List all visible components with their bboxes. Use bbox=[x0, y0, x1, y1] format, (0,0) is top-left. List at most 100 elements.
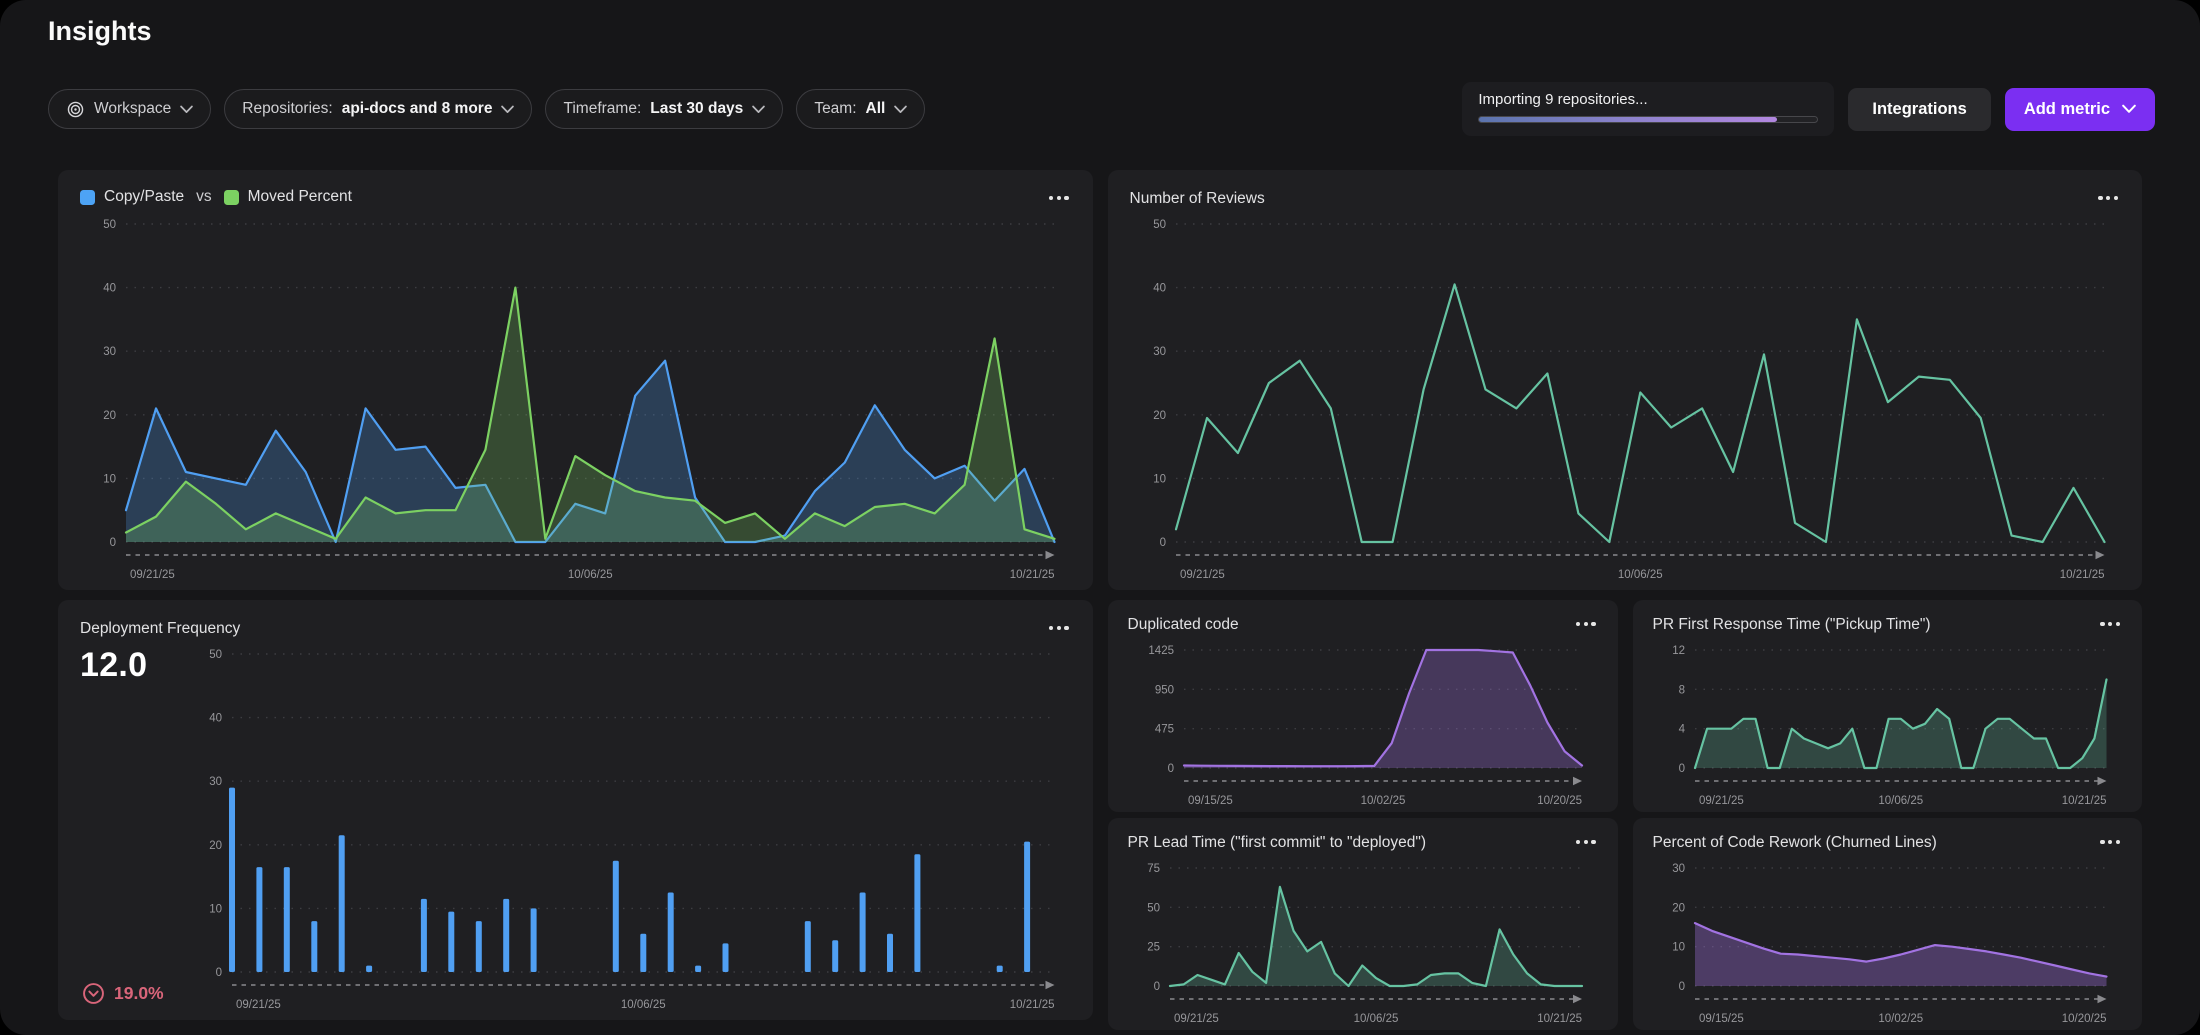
svg-text:30: 30 bbox=[1153, 346, 1166, 358]
dashboard-grid: Copy/Paste vs Moved Percent 010203040500… bbox=[58, 170, 2142, 1030]
deployment-trend-badge: 19.0% bbox=[82, 982, 164, 1005]
svg-text:50: 50 bbox=[1147, 902, 1160, 914]
svg-text:30: 30 bbox=[103, 346, 116, 358]
deployment-big-number: 12.0 bbox=[80, 642, 186, 1012]
svg-text:10/06/25: 10/06/25 bbox=[1353, 1013, 1398, 1025]
card-menu-button[interactable] bbox=[2098, 832, 2122, 852]
page-title: Insights bbox=[48, 16, 152, 47]
svg-text:10/21/25: 10/21/25 bbox=[1010, 569, 1055, 581]
card-menu-button[interactable] bbox=[1574, 832, 1598, 852]
svg-text:09/21/25: 09/21/25 bbox=[130, 569, 175, 581]
svg-text:0: 0 bbox=[110, 537, 116, 549]
svg-text:10: 10 bbox=[103, 473, 116, 485]
svg-text:10/06/25: 10/06/25 bbox=[568, 569, 613, 581]
deployment-frequency-chart: 0102030405009/21/2510/06/2510/21/25 bbox=[186, 642, 1071, 1012]
svg-text:50: 50 bbox=[103, 219, 116, 231]
workspace-icon bbox=[66, 100, 85, 119]
card-menu-button[interactable] bbox=[1047, 618, 1071, 638]
add-metric-label: Add metric bbox=[2024, 100, 2110, 119]
svg-text:12: 12 bbox=[1672, 645, 1685, 657]
svg-text:09/21/25: 09/21/25 bbox=[236, 999, 281, 1011]
timeframe-filter[interactable]: Timeframe: Last 30 days bbox=[545, 89, 783, 129]
svg-text:20: 20 bbox=[103, 410, 116, 422]
card-deployment-frequency: Deployment Frequency 12.0 0102030405009/… bbox=[58, 600, 1093, 1020]
chevron-down-icon bbox=[501, 105, 514, 114]
svg-text:10/06/25: 10/06/25 bbox=[1878, 795, 1923, 807]
workspace-filter[interactable]: Workspace bbox=[48, 89, 211, 129]
svg-text:50: 50 bbox=[209, 649, 222, 661]
team-filter-label: Team: bbox=[814, 100, 856, 118]
legend-swatch-copy-paste bbox=[80, 190, 95, 205]
svg-text:09/21/25: 09/21/25 bbox=[1699, 795, 1744, 807]
svg-text:20: 20 bbox=[209, 840, 222, 852]
chevron-down-icon bbox=[2122, 104, 2136, 114]
add-metric-button[interactable]: Add metric bbox=[2005, 88, 2155, 131]
svg-text:950: 950 bbox=[1154, 684, 1173, 696]
svg-text:30: 30 bbox=[209, 776, 222, 788]
svg-text:10/21/25: 10/21/25 bbox=[2059, 569, 2104, 581]
chevron-down-icon bbox=[180, 105, 193, 114]
app-window: Insights Workspace Repositories: api-doc… bbox=[0, 0, 2200, 1035]
timeframe-filter-label: Timeframe: bbox=[563, 100, 641, 118]
svg-text:50: 50 bbox=[1153, 219, 1166, 231]
card-pr-lead-time: PR Lead Time ("first commit" to "deploye… bbox=[1108, 818, 1618, 1030]
pr-lead-time-chart: 025507509/21/2510/06/2510/21/25 bbox=[1128, 856, 1598, 1026]
circle-arrow-down-icon bbox=[82, 982, 105, 1005]
chart-legend: Copy/Paste vs Moved Percent bbox=[80, 188, 352, 206]
repositories-filter-value: api-docs and 8 more bbox=[342, 100, 493, 118]
card-percent-code-rework: Percent of Code Rework (Churned Lines) 0… bbox=[1633, 818, 2143, 1030]
svg-text:4: 4 bbox=[1678, 724, 1685, 736]
svg-text:30: 30 bbox=[1672, 863, 1685, 875]
integrations-button[interactable]: Integrations bbox=[1848, 88, 1990, 131]
percent-code-rework-chart: 010203009/15/2510/02/2510/20/25 bbox=[1653, 856, 2123, 1026]
card-menu-button[interactable] bbox=[2098, 614, 2122, 634]
card-title: Number of Reviews bbox=[1130, 188, 1265, 208]
svg-text:20: 20 bbox=[1153, 410, 1166, 422]
repositories-filter-label: Repositories: bbox=[242, 100, 332, 118]
card-title: PR First Response Time ("Pickup Time") bbox=[1653, 614, 1931, 634]
legend-label-moved-percent: Moved Percent bbox=[248, 188, 352, 206]
card-menu-button[interactable] bbox=[1574, 614, 1598, 634]
svg-text:09/15/25: 09/15/25 bbox=[1699, 1013, 1744, 1025]
card-title: Percent of Code Rework (Churned Lines) bbox=[1653, 832, 1937, 852]
team-filter[interactable]: Team: All bbox=[796, 89, 925, 129]
repositories-filter[interactable]: Repositories: api-docs and 8 more bbox=[224, 89, 532, 129]
svg-text:475: 475 bbox=[1154, 724, 1173, 736]
number-of-reviews-chart: 0102030405009/21/2510/06/2510/21/25 bbox=[1130, 212, 2121, 582]
svg-text:0: 0 bbox=[1159, 537, 1165, 549]
svg-text:10/21/25: 10/21/25 bbox=[2061, 795, 2106, 807]
import-progress-fill bbox=[1479, 117, 1776, 122]
deployment-trend-value: 19.0% bbox=[114, 983, 164, 1004]
svg-text:1425: 1425 bbox=[1148, 645, 1174, 657]
svg-text:10/02/25: 10/02/25 bbox=[1878, 1013, 1923, 1025]
svg-text:0: 0 bbox=[1167, 763, 1173, 775]
duplicated-code-chart: 0475950142509/15/2510/02/2510/20/25 bbox=[1128, 638, 1598, 808]
svg-text:10/06/25: 10/06/25 bbox=[1617, 569, 1662, 581]
svg-text:0: 0 bbox=[1678, 763, 1684, 775]
svg-text:10: 10 bbox=[209, 903, 222, 915]
svg-text:40: 40 bbox=[1153, 283, 1166, 295]
dashboard-row-2: Deployment Frequency 12.0 0102030405009/… bbox=[58, 600, 2142, 1030]
legend-label-copy-paste: Copy/Paste bbox=[104, 188, 184, 206]
legend-separator: vs bbox=[196, 188, 212, 206]
svg-text:0: 0 bbox=[1678, 981, 1684, 993]
timeframe-filter-value: Last 30 days bbox=[650, 100, 743, 118]
toolbar-actions: Importing 9 repositories... Integrations… bbox=[1462, 82, 2155, 136]
svg-text:09/15/25: 09/15/25 bbox=[1188, 795, 1233, 807]
chevron-down-icon bbox=[894, 105, 907, 114]
svg-text:0: 0 bbox=[1153, 981, 1159, 993]
card-copy-paste-vs-moved: Copy/Paste vs Moved Percent 010203040500… bbox=[58, 170, 1093, 590]
svg-text:10/21/25: 10/21/25 bbox=[1010, 999, 1055, 1011]
svg-text:10: 10 bbox=[1672, 942, 1685, 954]
svg-text:40: 40 bbox=[103, 283, 116, 295]
card-menu-button[interactable] bbox=[1047, 188, 1071, 208]
copy-paste-vs-moved-chart: 0 10 20 30 40 50 09/21/25 10/06/25 10/21/25 bbox=[80, 212, 1071, 582]
card-title: Deployment Frequency bbox=[80, 618, 240, 638]
card-title: PR Lead Time ("first commit" to "deploye… bbox=[1128, 832, 1427, 852]
small-cards-grid: Duplicated code 0475950142509/15/2510/02… bbox=[1108, 600, 2143, 1030]
card-pr-first-response-time: PR First Response Time ("Pickup Time") 0… bbox=[1633, 600, 2143, 812]
card-menu-button[interactable] bbox=[2096, 188, 2120, 208]
svg-text:0: 0 bbox=[216, 967, 222, 979]
import-status-panel: Importing 9 repositories... bbox=[1462, 82, 1834, 136]
svg-text:20: 20 bbox=[1672, 902, 1685, 914]
